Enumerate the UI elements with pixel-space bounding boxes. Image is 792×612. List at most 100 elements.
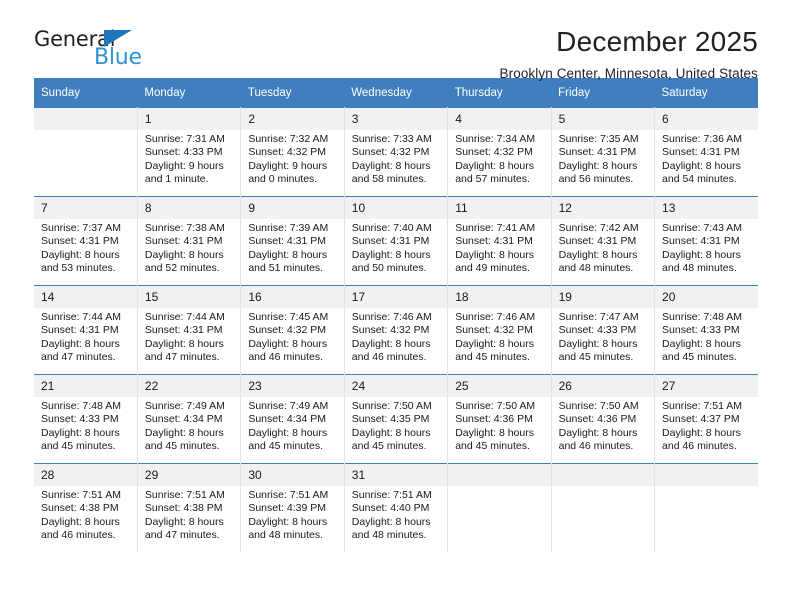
calendar-day-cell[interactable]: 21 Sunrise: 7:48 AM Sunset: 4:33 PM Dayligh…	[34, 374, 138, 464]
day-number: 15	[137, 286, 241, 308]
calendar-day-cell[interactable]: 23 Sunrise: 7:49 AM Sunset: 4:34 PM Dayligh…	[240, 374, 345, 464]
sunrise-text: Sunrise: 7:50 AM	[351, 400, 432, 412]
day-number: 1	[137, 108, 241, 130]
sunset-text: Sunset: 4:33 PM	[144, 146, 223, 159]
sunrise-text: Sunrise: 7:33 AM	[351, 133, 432, 145]
sunset-text: Sunset: 4:32 PM	[351, 146, 430, 159]
calendar-day-cell[interactable]: 20 Sunrise: 7:48 AM Sunset: 4:33 PM Dayligh…	[654, 285, 758, 375]
calendar-day-cell[interactable]: 22 Sunrise: 7:49 AM Sunset: 4:34 PM Dayligh…	[137, 374, 242, 464]
calendar-day-cell[interactable]: 12 Sunrise: 7:42 AM Sunset: 4:31 PM Dayligh…	[551, 196, 656, 286]
sunset-text: Sunset: 4:36 PM	[455, 413, 533, 426]
sunrise-text: Sunrise: 7:48 AM	[41, 400, 121, 412]
sunset-text: Sunset: 4:33 PM	[662, 324, 740, 337]
day-number: 6	[655, 108, 758, 130]
calendar-day-cell[interactable]: 5 Sunrise: 7:35 AM Sunset: 4:31 PM Daylight…	[551, 107, 656, 197]
sunrise-text: Sunrise: 7:51 AM	[351, 489, 432, 501]
daylight-text: Daylight: 8 hours and 45 minutes.	[455, 337, 534, 364]
location-subtitle: Brooklyn Center, Minnesota, United State…	[499, 66, 758, 81]
daylight-text: Daylight: 8 hours and 45 minutes.	[351, 426, 431, 453]
sunset-text: Sunset: 4:32 PM	[248, 324, 326, 337]
calendar-day-cell[interactable]: 27 Sunrise: 7:51 AM Sunset: 4:37 PM Dayligh…	[654, 374, 758, 464]
daylight-text: Daylight: 8 hours and 45 minutes.	[558, 337, 638, 364]
daylight-text: Daylight: 9 hours and 0 minutes.	[248, 159, 328, 186]
daylight-text: Daylight: 8 hours and 56 minutes.	[558, 159, 638, 186]
calendar-day-cell[interactable]: 17 Sunrise: 7:46 AM Sunset: 4:32 PM Dayligh…	[344, 285, 449, 375]
sunset-text: Sunset: 4:34 PM	[144, 413, 223, 426]
calendar-day-cell[interactable]: 6 Sunrise: 7:36 AM Sunset: 4:31 PM Daylight…	[654, 107, 758, 197]
calendar-day-cell[interactable]: 26 Sunrise: 7:50 AM Sunset: 4:36 PM Dayligh…	[551, 374, 656, 464]
sunrise-text: Sunrise: 7:32 AM	[248, 133, 329, 145]
sunrise-text: Sunrise: 7:46 AM	[351, 311, 432, 323]
calendar-day-cell[interactable]: 13 Sunrise: 7:43 AM Sunset: 4:31 PM Dayligh…	[654, 196, 758, 286]
day-details: Sunrise: 7:51 AM Sunset: 4:38 PM Daylight:…	[138, 486, 240, 543]
calendar-day-cell[interactable]: 15 Sunrise: 7:44 AM Sunset: 4:31 PM Dayligh…	[137, 285, 242, 375]
daylight-text: Daylight: 8 hours and 57 minutes.	[455, 159, 534, 186]
day-number: 21	[34, 375, 137, 397]
day-number: 30	[241, 464, 344, 486]
daylight-text: Daylight: 8 hours and 48 minutes.	[351, 515, 431, 542]
page-title: December 2025	[556, 26, 758, 57]
day-details: Sunrise: 7:48 AM Sunset: 4:33 PM Daylight:…	[34, 397, 137, 454]
calendar-day-cell[interactable]: 1 Sunrise: 7:31 AM Sunset: 4:33 PM Daylight…	[137, 107, 242, 197]
day-number: 19	[551, 286, 655, 308]
day-number	[551, 464, 655, 486]
calendar-day-cell[interactable]: 9 Sunrise: 7:39 AM Sunset: 4:31 PM Daylight…	[240, 196, 345, 286]
sunrise-text: Sunrise: 7:36 AM	[662, 133, 742, 145]
sunrise-text: Sunrise: 7:37 AM	[41, 222, 121, 234]
day-details: Sunrise: 7:42 AM Sunset: 4:31 PM Daylight:…	[552, 219, 654, 276]
calendar-day-cell[interactable]: 30 Sunrise: 7:51 AM Sunset: 4:39 PM Dayligh…	[240, 463, 345, 552]
calendar-day-cell-empty	[447, 463, 552, 552]
calendar-day-cell[interactable]: 14 Sunrise: 7:44 AM Sunset: 4:31 PM Dayligh…	[34, 285, 138, 375]
calendar-day-cell[interactable]: 10 Sunrise: 7:40 AM Sunset: 4:31 PM Dayligh…	[344, 196, 449, 286]
calendar-day-cell[interactable]: 31 Sunrise: 7:51 AM Sunset: 4:40 PM Dayligh…	[344, 463, 449, 552]
calendar-week-row: 7 Sunrise: 7:37 AM Sunset: 4:31 PM Daylight…	[34, 196, 758, 286]
day-number: 3	[344, 108, 448, 130]
calendar-day-cell[interactable]: 3 Sunrise: 7:33 AM Sunset: 4:32 PM Daylight…	[344, 107, 449, 197]
day-number: 24	[344, 375, 448, 397]
day-number: 16	[241, 286, 344, 308]
sunrise-text: Sunrise: 7:47 AM	[558, 311, 639, 323]
page-header: General Blue December 2025 Brooklyn Cent…	[34, 0, 758, 81]
general-blue-logo[interactable]: General Blue	[34, 26, 164, 74]
day-details: Sunrise: 7:44 AM Sunset: 4:31 PM Daylight:…	[34, 308, 137, 365]
calendar-day-cell[interactable]: 24 Sunrise: 7:50 AM Sunset: 4:35 PM Dayligh…	[344, 374, 449, 464]
daylight-text: Daylight: 8 hours and 46 minutes.	[41, 515, 120, 542]
calendar-day-cell[interactable]: 2 Sunrise: 7:32 AM Sunset: 4:32 PM Daylight…	[240, 107, 345, 197]
daylight-text: Daylight: 8 hours and 46 minutes.	[558, 426, 638, 453]
day-details: Sunrise: 7:49 AM Sunset: 4:34 PM Daylight:…	[241, 397, 343, 454]
title-block: December 2025 Brooklyn Center, Minnesota…	[164, 26, 758, 83]
daylight-text: Daylight: 8 hours and 45 minutes.	[662, 337, 741, 364]
calendar-day-cell[interactable]: 4 Sunrise: 7:34 AM Sunset: 4:32 PM Daylight…	[447, 107, 552, 197]
daylight-text: Daylight: 9 hours and 1 minute.	[144, 159, 224, 186]
day-number: 17	[344, 286, 448, 308]
sunrise-text: Sunrise: 7:40 AM	[351, 222, 432, 234]
calendar-day-cell-empty	[654, 463, 758, 552]
day-number: 27	[655, 375, 758, 397]
calendar-day-cell[interactable]: 19 Sunrise: 7:47 AM Sunset: 4:33 PM Dayligh…	[551, 285, 656, 375]
calendar-day-cell[interactable]: 11 Sunrise: 7:41 AM Sunset: 4:31 PM Dayligh…	[447, 196, 552, 286]
daylight-text: Daylight: 8 hours and 52 minutes.	[144, 248, 224, 275]
sunset-text: Sunset: 4:31 PM	[662, 146, 740, 159]
daylight-text: Daylight: 8 hours and 54 minutes.	[662, 159, 741, 186]
sunset-text: Sunset: 4:31 PM	[558, 235, 637, 248]
day-number: 12	[551, 197, 655, 219]
day-number: 22	[137, 375, 241, 397]
daylight-text: Daylight: 8 hours and 46 minutes.	[248, 337, 328, 364]
sunrise-text: Sunrise: 7:49 AM	[248, 400, 329, 412]
day-details: Sunrise: 7:48 AM Sunset: 4:33 PM Daylight:…	[655, 308, 758, 365]
sunrise-text: Sunrise: 7:51 AM	[144, 489, 225, 501]
day-details: Sunrise: 7:44 AM Sunset: 4:31 PM Daylight:…	[138, 308, 240, 365]
calendar-day-cell[interactable]: 25 Sunrise: 7:50 AM Sunset: 4:36 PM Dayligh…	[447, 374, 552, 464]
daylight-text: Daylight: 8 hours and 47 minutes.	[144, 337, 224, 364]
calendar-day-cell[interactable]: 8 Sunrise: 7:38 AM Sunset: 4:31 PM Daylight…	[137, 196, 242, 286]
calendar-day-cell[interactable]: 28 Sunrise: 7:51 AM Sunset: 4:38 PM Dayligh…	[34, 463, 138, 552]
calendar-day-cell[interactable]: 29 Sunrise: 7:51 AM Sunset: 4:38 PM Dayligh…	[137, 463, 242, 552]
sunset-text: Sunset: 4:31 PM	[144, 235, 223, 248]
calendar-day-cell[interactable]: 18 Sunrise: 7:46 AM Sunset: 4:32 PM Dayligh…	[447, 285, 552, 375]
sunrise-text: Sunrise: 7:35 AM	[558, 133, 639, 145]
sunrise-text: Sunrise: 7:41 AM	[455, 222, 536, 234]
calendar-day-cell[interactable]: 16 Sunrise: 7:45 AM Sunset: 4:32 PM Dayligh…	[240, 285, 345, 375]
calendar-day-cell[interactable]: 7 Sunrise: 7:37 AM Sunset: 4:31 PM Daylight…	[34, 196, 138, 286]
sunrise-text: Sunrise: 7:45 AM	[248, 311, 329, 323]
day-details: Sunrise: 7:51 AM Sunset: 4:38 PM Daylight:…	[34, 486, 137, 543]
